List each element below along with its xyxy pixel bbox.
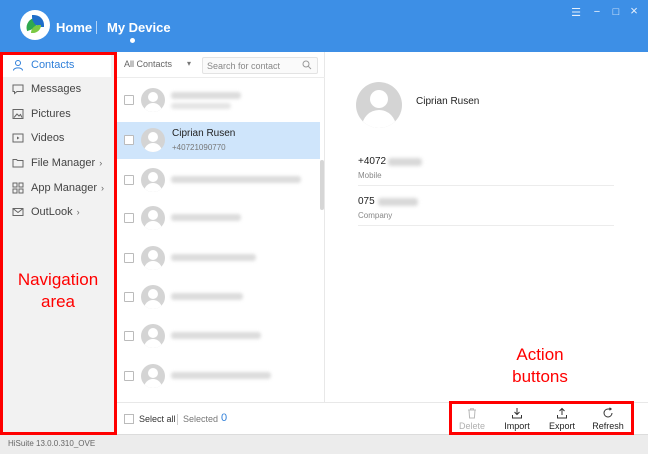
row-checkbox[interactable] xyxy=(124,135,134,145)
avatar xyxy=(141,128,165,152)
divider xyxy=(358,185,614,186)
navigation-annotation-label: Navigation area xyxy=(17,270,99,311)
title-bar: Home My Device ☰ − □ × xyxy=(0,0,648,52)
list-item-selected[interactable]: Ciprian Rusen +40721090770 xyxy=(117,122,320,159)
contact-filter-dropdown[interactable]: All Contacts xyxy=(124,59,172,69)
contact-detail-panel: Ciprian Rusen +4072 Mobile 075 Company xyxy=(326,52,648,402)
status-bar: HiSuite 13.0.0.310_OVE xyxy=(0,434,648,454)
blurred-name xyxy=(171,92,241,99)
actions-annotation-label: Action buttons xyxy=(512,345,568,386)
blurred-phone xyxy=(388,158,422,166)
row-checkbox[interactable] xyxy=(124,331,134,341)
phone-label: Mobile xyxy=(358,171,382,180)
avatar xyxy=(141,285,165,309)
contact-filter-bar: All Contacts ▾ xyxy=(117,52,325,78)
row-checkbox[interactable] xyxy=(124,253,134,263)
avatar xyxy=(356,82,402,128)
row-checkbox[interactable] xyxy=(124,175,134,185)
blurred-name xyxy=(171,214,241,221)
hisuite-logo-icon xyxy=(20,10,50,40)
search-icon[interactable] xyxy=(302,60,312,70)
version-text: HiSuite 13.0.0.310_OVE xyxy=(8,439,96,448)
row-checkbox[interactable] xyxy=(124,213,134,223)
maximize-button[interactable]: □ xyxy=(609,6,623,18)
active-tab-indicator xyxy=(130,38,135,43)
contact-search-box xyxy=(202,57,318,74)
avatar xyxy=(141,206,165,230)
blurred-name xyxy=(171,372,271,379)
contact-phone: +40721090770 xyxy=(172,143,226,152)
close-button[interactable]: × xyxy=(627,3,641,18)
blurred-phone xyxy=(171,103,231,109)
blurred-company xyxy=(378,198,418,206)
company-label: Company xyxy=(358,211,393,220)
divider xyxy=(358,225,614,226)
chevron-down-icon[interactable]: ▾ xyxy=(187,59,191,68)
contact-list-panel: All Contacts ▾ Ciprian Rusen +4072109077… xyxy=(117,52,325,434)
row-checkbox[interactable] xyxy=(124,371,134,381)
list-scrollbar[interactable] xyxy=(320,160,324,210)
contact-name: Ciprian Rusen xyxy=(172,128,236,139)
avatar xyxy=(141,324,165,348)
row-checkbox[interactable] xyxy=(124,95,134,105)
row-checkbox[interactable] xyxy=(124,292,134,302)
avatar xyxy=(141,364,165,388)
selected-count: 0 xyxy=(221,412,228,424)
avatar xyxy=(141,88,165,112)
nav-separator xyxy=(96,21,97,34)
blurred-name xyxy=(171,176,301,183)
list-item[interactable] xyxy=(117,162,320,199)
phone-value: +4072 xyxy=(358,156,387,167)
list-item[interactable] xyxy=(117,200,320,237)
avatar xyxy=(141,168,165,192)
nav-my-device-tab[interactable]: My Device xyxy=(107,20,171,35)
list-item[interactable] xyxy=(117,318,320,355)
select-all-checkbox[interactable] xyxy=(124,414,134,424)
selected-label: Selected xyxy=(183,414,219,424)
blurred-name xyxy=(171,254,256,261)
minimize-button[interactable]: − xyxy=(590,6,604,18)
blurred-name xyxy=(171,293,243,300)
list-item[interactable] xyxy=(117,279,320,316)
detail-contact-name: Ciprian Rusen xyxy=(416,96,480,107)
list-item[interactable] xyxy=(117,240,320,277)
contact-search-input[interactable] xyxy=(203,58,298,73)
avatar xyxy=(141,246,165,270)
company-value: 075 xyxy=(358,196,375,207)
menu-icon[interactable]: ☰ xyxy=(569,6,583,19)
actions-annotation-box xyxy=(449,401,634,435)
select-all-label[interactable]: Select all xyxy=(139,414,176,424)
blurred-name xyxy=(171,332,261,339)
nav-home-tab[interactable]: Home xyxy=(56,20,92,35)
divider xyxy=(177,414,178,425)
navigation-annotation-box xyxy=(0,52,117,435)
list-item[interactable] xyxy=(117,358,320,395)
list-item[interactable] xyxy=(117,82,320,119)
